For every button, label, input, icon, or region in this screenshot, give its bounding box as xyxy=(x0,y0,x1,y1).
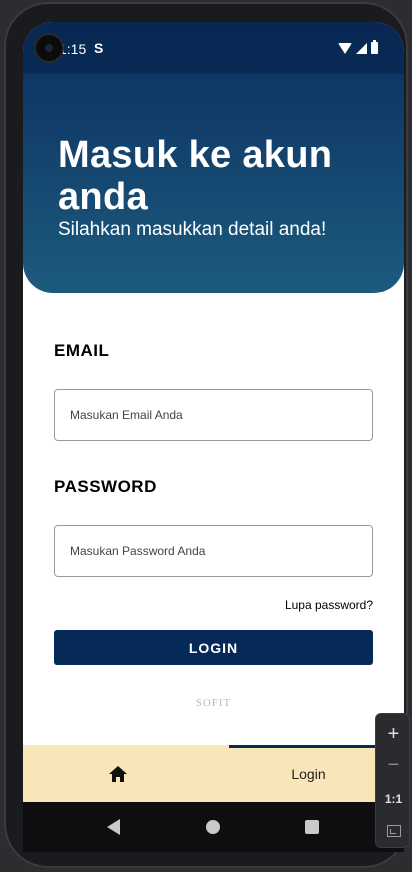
password-label: PASSWORD xyxy=(54,477,157,496)
email-label: EMAIL xyxy=(54,341,110,360)
home-icon xyxy=(109,765,127,782)
app-screen: 1:15 S Masuk ke akun anda Silahkan masuk… xyxy=(23,22,404,802)
zoom-in-button[interactable]: + xyxy=(376,719,411,749)
zoom-ratio-button[interactable]: 1:1 xyxy=(376,784,411,814)
status-icons xyxy=(338,40,378,54)
system-nav-bar xyxy=(23,802,404,852)
page-subtitle: Silahkan masukkan detail anda! xyxy=(58,219,327,240)
status-bar: 1:15 S xyxy=(23,22,404,74)
email-field[interactable] xyxy=(54,389,373,441)
sim-icon: S xyxy=(94,40,104,56)
bottom-nav: Login xyxy=(23,745,404,802)
brand-logo-text: SOFIT xyxy=(195,697,232,709)
emulator-zoom-panel: + − 1:1 xyxy=(375,713,410,848)
header-banner: 1:15 S Masuk ke akun anda Silahkan masuk… xyxy=(23,22,404,293)
status-time: 1:15 xyxy=(59,41,87,57)
back-icon[interactable] xyxy=(107,819,120,835)
nav-home-tab[interactable] xyxy=(23,745,213,802)
fit-screen-icon xyxy=(386,825,401,837)
signal-icon xyxy=(356,42,367,54)
zoom-fit-button[interactable] xyxy=(376,816,411,846)
password-field[interactable] xyxy=(54,525,373,577)
page-title: Masuk ke akun anda xyxy=(58,134,333,218)
battery-icon xyxy=(371,40,378,54)
login-button[interactable]: LOGIN xyxy=(54,630,373,665)
recent-apps-icon[interactable] xyxy=(305,820,319,834)
front-camera xyxy=(36,35,62,61)
zoom-out-button[interactable]: − xyxy=(376,750,411,780)
forgot-password-link[interactable]: Lupa password? xyxy=(285,598,373,612)
wifi-icon xyxy=(338,42,352,54)
home-circle-icon[interactable] xyxy=(206,820,220,834)
